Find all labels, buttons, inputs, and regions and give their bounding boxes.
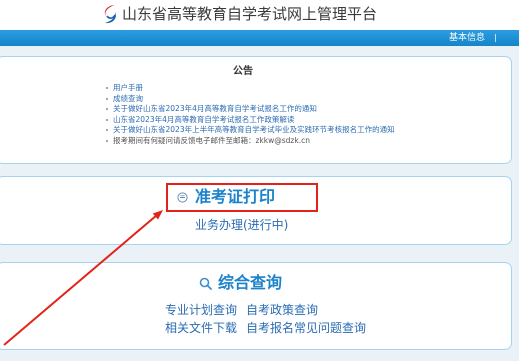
site-header: 山东省高等教育自学考试网上管理平台 — [0, 0, 519, 30]
bullet-dot — [106, 108, 108, 110]
bullet-dot — [106, 140, 108, 142]
notice-contact-email: 报考期间有何疑问请反馈电子邮件至邮箱：zkkw@sdzk.cn — [113, 136, 310, 145]
page: 山东省高等教育自学考试网上管理平台 基本信息 公告 用户手册 成绩查询 关于做好… — [0, 0, 519, 361]
notice-link-policy-interpretation[interactable]: 山东省2023年4月高等教育自学考试报名工作政策解读 — [113, 115, 294, 125]
notice-link-score-query[interactable]: 成绩查询 — [113, 94, 143, 104]
nav-bar: 基本信息 — [0, 30, 519, 46]
admit-card-status-link[interactable]: 业务办理(进行中) — [195, 218, 288, 232]
policy-query-link[interactable]: 自考政策查询 — [246, 303, 318, 317]
site-title: 山东省高等教育自学考试网上管理平台 — [122, 5, 378, 23]
notice-link-graduation-notice[interactable]: 关于做好山东省2023年上半年高等教育自学考试毕业及实践环节考核报名工作的通知 — [113, 125, 395, 135]
bullet-dot — [106, 129, 108, 131]
search-icon — [199, 277, 212, 290]
bullet-dot — [106, 97, 108, 100]
nav-item-basic-info[interactable]: 基本信息 — [449, 30, 485, 46]
query-title: 综合查询 — [218, 273, 283, 292]
bullet-dot — [106, 87, 108, 89]
notice-link-user-manual[interactable]: 用户手册 — [113, 83, 143, 93]
logo-icon — [104, 5, 116, 24]
notice-link-registration-notice[interactable]: 关于做好山东省2023年4月高等教育自学考试报名工作的通知 — [113, 104, 317, 114]
bullet-dot — [106, 118, 108, 121]
file-download-link[interactable]: 相关文件下载 — [165, 321, 237, 335]
notice-title: 公告 — [233, 66, 253, 77]
major-plan-query-link[interactable]: 专业计划查询 — [165, 303, 237, 317]
faq-query-link[interactable]: 自考报名常见问题查询 — [246, 321, 366, 335]
nav-divider — [495, 34, 496, 42]
annotation-highlight-box — [166, 183, 318, 212]
